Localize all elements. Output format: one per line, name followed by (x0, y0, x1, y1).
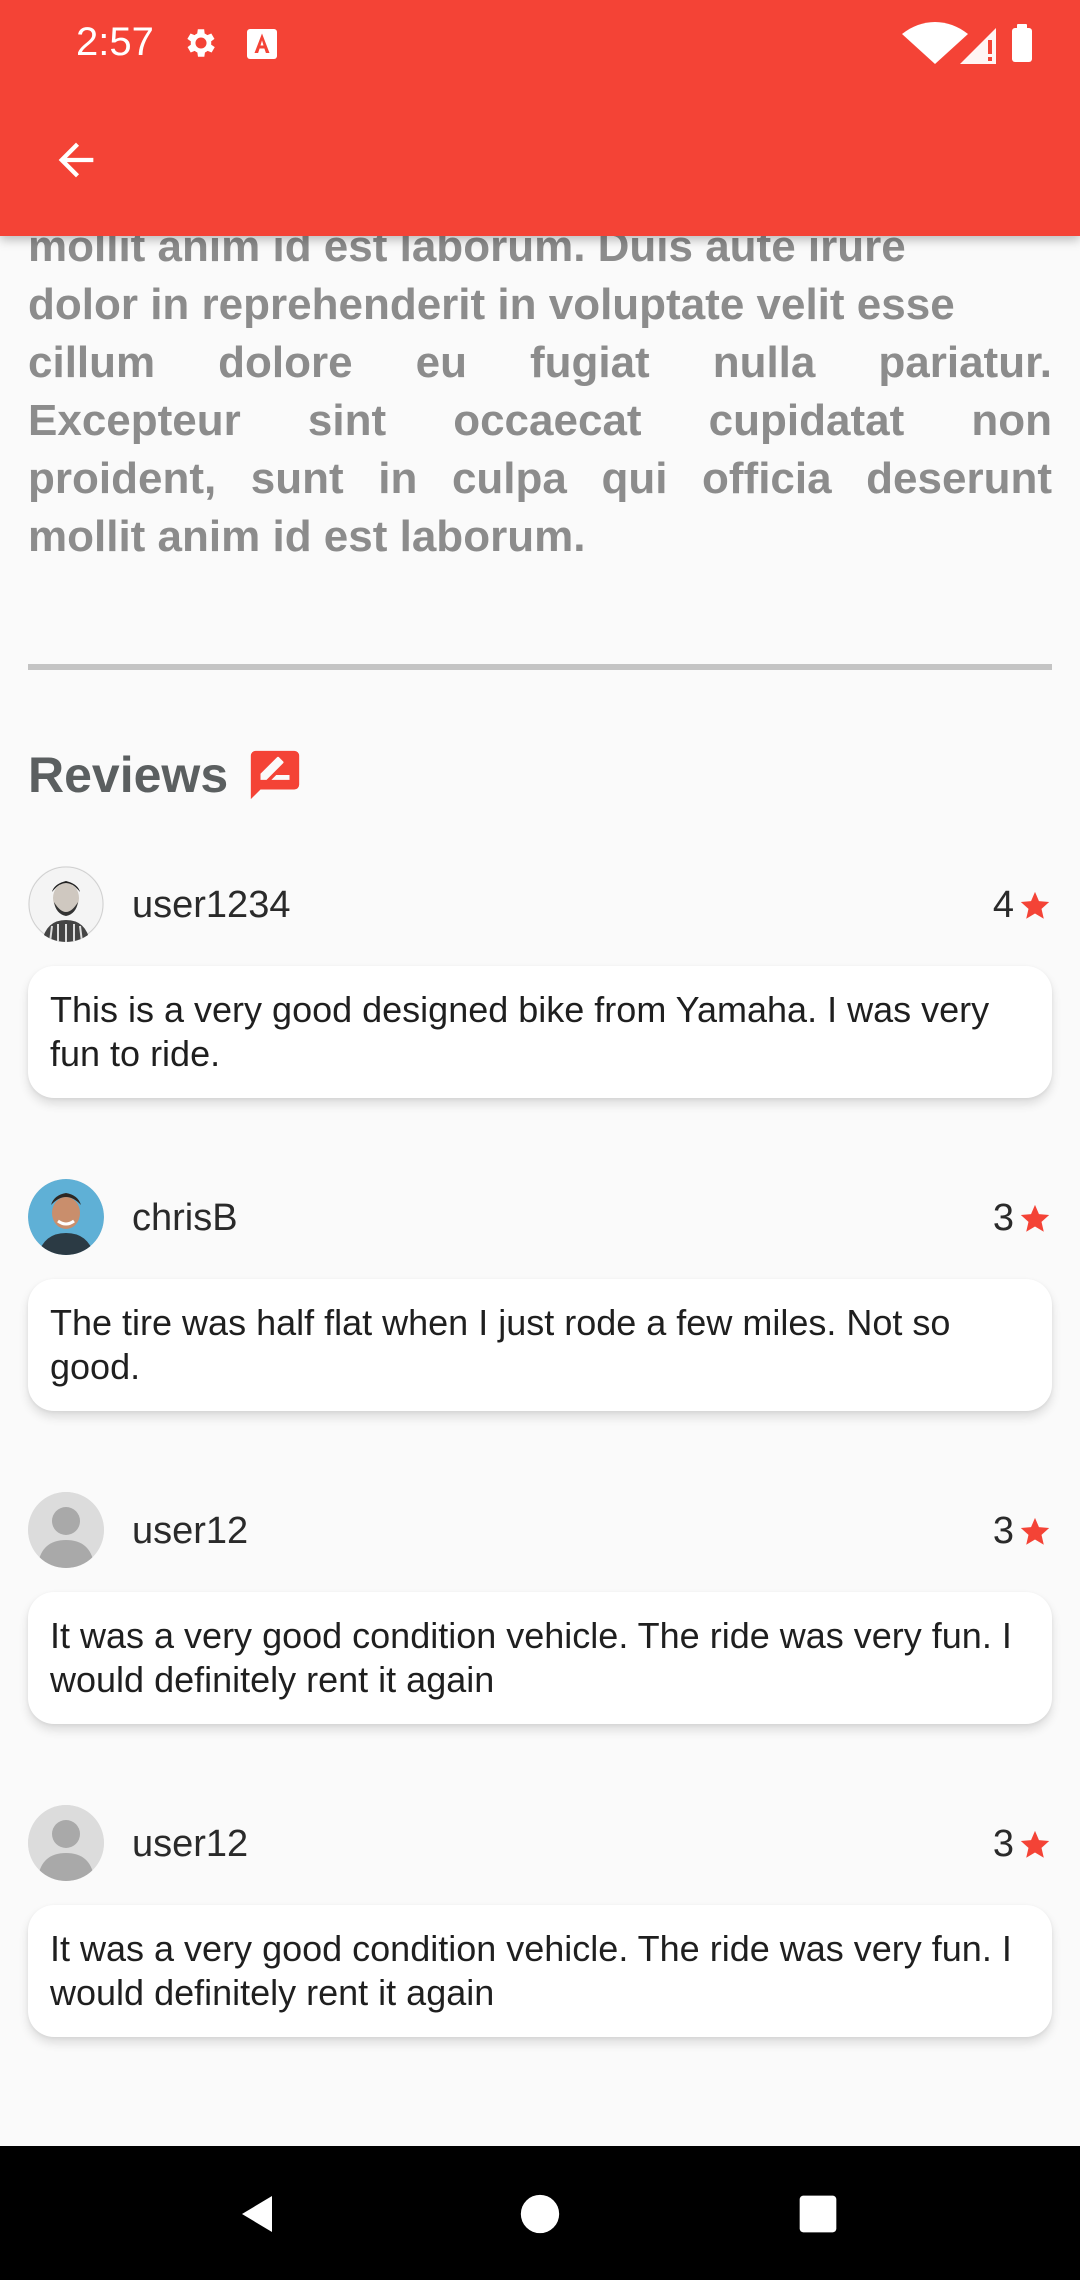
navigation-bar (0, 2146, 1080, 2280)
rating-value: 3 (992, 1197, 1014, 1239)
rating-value: 3 (992, 1510, 1014, 1552)
review-rating: 3 (993, 1510, 1052, 1553)
rating-value: 4 (992, 884, 1014, 926)
review-item: chrisB 3 The tire was half flat when I j… (28, 1179, 1052, 1411)
review-item: user12 3 It was a very good condition ve… (28, 1492, 1052, 1724)
settings-gear-icon (182, 24, 220, 67)
back-button[interactable] (40, 124, 112, 196)
star-icon (1018, 1202, 1052, 1236)
user-avatar[interactable] (28, 1492, 104, 1568)
user-avatar[interactable] (28, 1179, 104, 1255)
star-icon (1018, 1515, 1052, 1549)
star-icon (1018, 1828, 1052, 1862)
keyboard-a-icon (244, 26, 280, 67)
description-text: mollit anim id est laborum. Duis aute ir… (28, 236, 1052, 566)
review-bubble: The tire was half flat when I just rode … (28, 1279, 1052, 1411)
description-line: dolor in reprehenderit in voluptate veli… (28, 280, 955, 329)
rating-value: 3 (992, 1823, 1014, 1865)
wifi-icon (902, 22, 968, 64)
status-time: 2:57 (76, 20, 154, 64)
review-username: user12 (132, 1823, 249, 1865)
reviews-title: Reviews (28, 747, 229, 803)
battery-icon (1012, 28, 1032, 62)
content-scroll[interactable]: mollit anim id est laborum. Duis aute ir… (0, 236, 1080, 2146)
review-bubble: It was a very good condition vehicle. Th… (28, 1905, 1052, 2037)
nav-back-button[interactable] (220, 2176, 296, 2252)
description-line: cillum dolore eu fugiat nulla pariatur. (28, 338, 1052, 387)
description-line: mollit anim id est laborum. Duis aute ir… (28, 236, 906, 271)
description-line: Excepteur sint occaecat cupidatat non (28, 396, 1052, 445)
status-icons (900, 22, 1040, 71)
review-text: This is a very good designed bike from Y… (50, 989, 990, 1074)
arrow-back-icon (58, 142, 94, 178)
description-line: proident, sunt in culpa qui officia dese… (28, 454, 1052, 503)
review-text: The tire was half flat when I just rode … (50, 1302, 951, 1387)
review-rating: 3 (993, 1823, 1052, 1866)
review-username: user12 (132, 1510, 249, 1552)
review-text: It was a very good condition vehicle. Th… (50, 1615, 1012, 1700)
nav-recents-icon (799, 2195, 837, 2233)
user-avatar[interactable] (28, 1805, 104, 1881)
review-item: user12 3 It was a very good condition ve… (28, 1805, 1052, 2037)
review-rating: 4 (993, 884, 1052, 927)
review-bubble: This is a very good designed bike from Y… (28, 966, 1052, 1098)
rate-review-icon[interactable] (246, 746, 304, 804)
nav-recents-button[interactable] (780, 2176, 856, 2252)
review-text: It was a very good condition vehicle. Th… (50, 1928, 1012, 2013)
section-divider (28, 664, 1052, 670)
nav-back-icon (242, 2196, 272, 2232)
star-icon (1018, 889, 1052, 923)
description-line: mollit anim id est laborum. (28, 512, 586, 561)
user-avatar[interactable] (28, 866, 104, 942)
review-bubble: It was a very good condition vehicle. Th… (28, 1592, 1052, 1724)
review-username: user1234 (132, 884, 291, 926)
nav-home-button[interactable] (502, 2176, 578, 2252)
review-item: user1234 4 This is a very good designed … (28, 866, 1052, 1098)
reviews-header: Reviews (28, 746, 304, 804)
app-bar: 2:57 (0, 0, 1080, 236)
review-username: chrisB (132, 1197, 238, 1239)
nav-home-icon (520, 2194, 560, 2234)
review-rating: 3 (993, 1197, 1052, 1240)
